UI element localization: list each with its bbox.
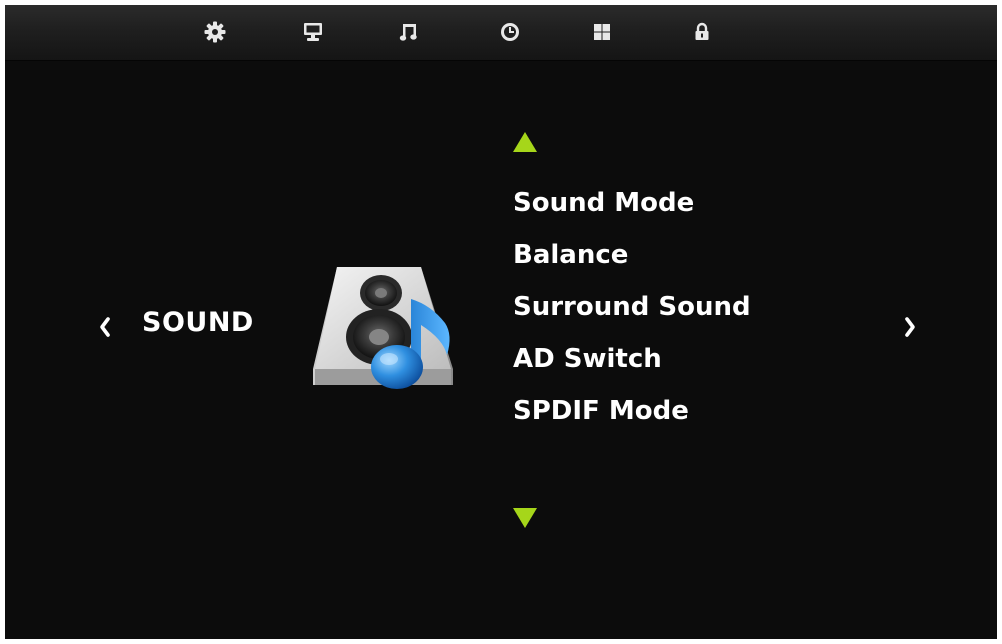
monitor-icon[interactable] xyxy=(296,15,330,49)
category-label: SOUND xyxy=(142,307,254,338)
grid-icon[interactable] xyxy=(585,15,619,49)
speaker-music-icon xyxy=(303,261,465,401)
sound-menu-list: Sound Mode Balance Surround Sound AD Swi… xyxy=(513,177,751,437)
top-tab-bar xyxy=(5,5,997,61)
lock-icon[interactable] xyxy=(685,15,719,49)
scroll-up-arrow[interactable] xyxy=(508,127,542,157)
previous-category-arrow[interactable] xyxy=(93,309,117,345)
gear-icon[interactable] xyxy=(198,15,232,49)
menu-item-surround-sound[interactable]: Surround Sound xyxy=(513,281,751,333)
next-category-arrow[interactable] xyxy=(898,309,922,345)
menu-item-balance[interactable]: Balance xyxy=(513,229,751,281)
menu-screen: SOUND Sound Mode Balance Surround Sound … xyxy=(5,5,997,639)
clock-icon[interactable] xyxy=(493,15,527,49)
menu-item-ad-switch[interactable]: AD Switch xyxy=(513,333,751,385)
scroll-down-arrow[interactable] xyxy=(508,503,542,533)
menu-item-sound-mode[interactable]: Sound Mode xyxy=(513,177,751,229)
music-note-icon[interactable] xyxy=(392,15,426,49)
menu-item-spdif-mode[interactable]: SPDIF Mode xyxy=(513,385,751,437)
